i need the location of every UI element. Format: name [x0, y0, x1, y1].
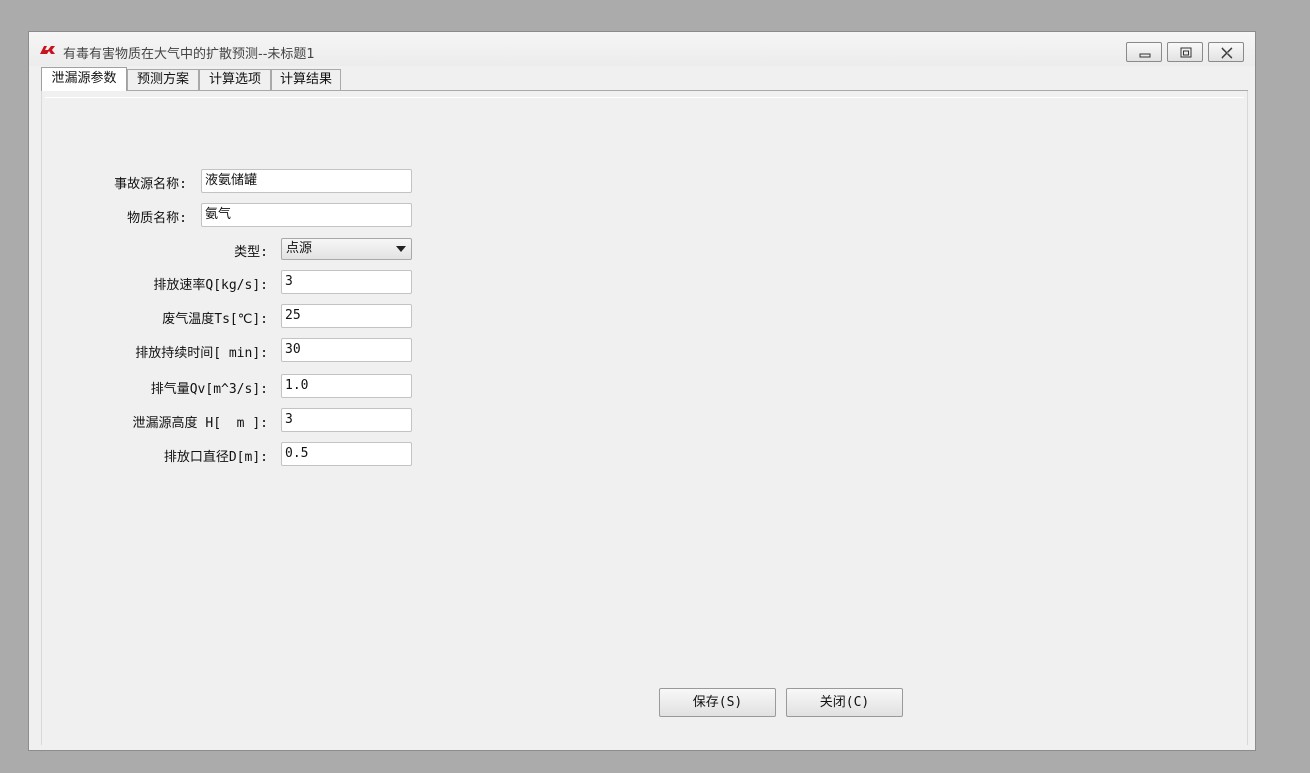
maximize-icon [1180, 47, 1192, 58]
emission-rate-label: 排放速率Q[kg/s]: [153, 278, 268, 293]
outlet-diameter-input[interactable]: 0.5 [281, 442, 412, 466]
type-select[interactable]: 点源 [281, 238, 412, 260]
duration-input[interactable]: 30 [281, 338, 412, 362]
save-button[interactable]: 保存(S) [659, 688, 776, 717]
substance-name-label: 物质名称: [127, 211, 187, 226]
minimize-icon [1139, 53, 1151, 58]
duration-label: 排放持续时间[ min]: [135, 346, 268, 361]
type-label: 类型: [234, 245, 268, 260]
close-icon [1221, 47, 1234, 59]
leak-height-label: 泄漏源高度 H[ m ]: [132, 416, 268, 431]
rs-app-icon [40, 46, 55, 54]
gas-temp-input[interactable]: 25 [281, 304, 412, 328]
form-panel: 事故源名称: 液氨储罐 物质名称: 氨气 类型: 点源 排放速率Q[kg/s]:… [45, 97, 1244, 743]
title-bar[interactable]: 有毒有害物质在大气中的扩散预测--未标题1 [29, 32, 1255, 66]
outlet-diameter-label: 排放口直径D[m]: [163, 450, 268, 465]
source-name-label: 事故源名称: [114, 177, 187, 192]
close-window-button[interactable] [1208, 42, 1244, 62]
emission-rate-input[interactable]: 3 [281, 270, 412, 294]
substance-name-input[interactable]: 氨气 [201, 203, 412, 227]
tab-calc-results[interactable]: 计算结果 [271, 69, 341, 90]
gas-temp-label: 废气温度Ts[℃]: [162, 312, 268, 327]
source-name-input[interactable]: 液氨储罐 [201, 169, 412, 193]
chevron-down-icon [396, 246, 406, 252]
tab-calc-options[interactable]: 计算选项 [199, 69, 271, 90]
leak-height-input[interactable]: 3 [281, 408, 412, 432]
minimize-button[interactable] [1126, 42, 1162, 62]
gas-volume-input[interactable]: 1.0 [281, 374, 412, 398]
type-select-value: 点源 [286, 241, 313, 256]
window-title: 有毒有害物质在大气中的扩散预测--未标题1 [63, 47, 315, 62]
main-window: 有毒有害物质在大气中的扩散预测--未标题1 泄漏源参数 预测方案 计算选项 计算… [28, 31, 1256, 751]
tab-prediction-scheme[interactable]: 预测方案 [127, 69, 199, 90]
tab-leak-source-params[interactable]: 泄漏源参数 [41, 67, 127, 91]
maximize-button[interactable] [1167, 42, 1203, 62]
gas-volume-label: 排气量Qv[m^3/s]: [150, 382, 268, 397]
close-button[interactable]: 关闭(C) [786, 688, 903, 717]
tab-pane: 事故源名称: 液氨储罐 物质名称: 氨气 类型: 点源 排放速率Q[kg/s]:… [41, 91, 1248, 745]
